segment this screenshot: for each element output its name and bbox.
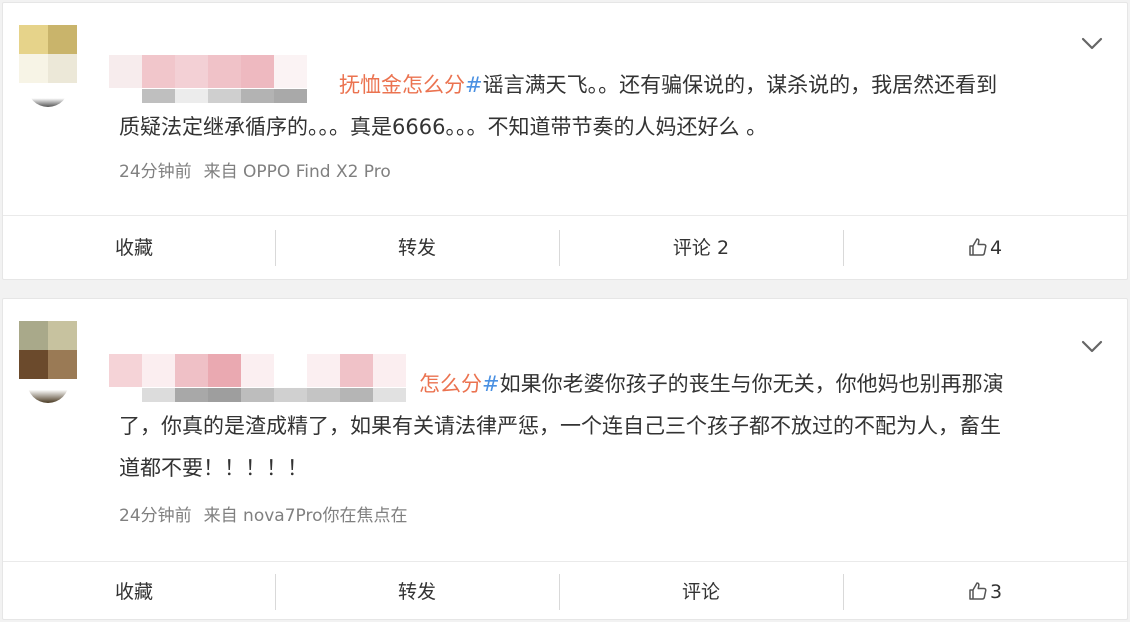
post-text-line: 道都不要！！！！！	[119, 456, 308, 480]
action-bar: 收藏 转发 评论 3	[3, 561, 1127, 621]
post-text-line: 了，你真的是渣成精了，如果有关请法律严惩，一个连自己三个孩子都不放过的不配为人，…	[119, 414, 1001, 438]
weibo-post-card: 抚恤金怎么分#谣言满天飞。。还有骗保说的，谋杀说的，我居然还看到 质疑法定继承循…	[2, 2, 1128, 280]
post-time[interactable]: 24分钟前	[119, 506, 192, 526]
user-avatar[interactable]	[19, 321, 77, 403]
post-source: 来自 nova7Pro你在焦点在	[203, 506, 408, 526]
like-button[interactable]: 3	[843, 573, 1127, 613]
post-time[interactable]: 24分钟前	[119, 162, 192, 182]
post-source: 来自 OPPO Find X2 Pro	[203, 162, 391, 182]
chevron-down-icon[interactable]	[1081, 36, 1103, 50]
user-avatar[interactable]	[19, 25, 77, 107]
topic-hash[interactable]: #	[465, 73, 483, 97]
topic-link[interactable]: 怎么分	[419, 372, 482, 396]
post-text-line: 谣言满天飞。。还有骗保说的，谋杀说的，我居然还看到	[482, 73, 998, 97]
post-text-line: 质疑法定继承循序的。。。真是6666。。。不知道带节奏的人妈还好么 。	[119, 115, 768, 139]
thumbs-up-icon	[968, 233, 988, 269]
repost-button[interactable]: 转发	[275, 229, 559, 266]
chevron-down-icon[interactable]	[1081, 339, 1103, 353]
comment-button[interactable]: 评论	[559, 573, 843, 610]
post-content: 抚恤金怎么分#谣言满天飞。。还有骗保说的，谋杀说的，我居然还看到 质疑法定继承循…	[119, 64, 1091, 148]
post-meta: 24分钟前 来自 OPPO Find X2 Pro	[119, 157, 391, 182]
post-meta: 24分钟前 来自 nova7Pro你在焦点在	[119, 501, 407, 526]
comment-button[interactable]: 评论 2	[559, 229, 843, 266]
favorite-button[interactable]: 收藏	[3, 574, 275, 610]
weibo-post-card: 怎么分#如果你老婆你孩子的丧生与你无关，你他妈也别再那演 了，你真的是渣成精了，…	[2, 298, 1128, 620]
topic-link[interactable]: 抚恤金怎么分	[339, 73, 465, 97]
like-button[interactable]: 4	[843, 229, 1127, 269]
repost-button[interactable]: 转发	[275, 573, 559, 610]
thumbs-up-icon	[968, 577, 988, 613]
favorite-button[interactable]: 收藏	[3, 230, 275, 266]
topic-hash[interactable]: #	[482, 372, 500, 396]
post-content: 怎么分#如果你老婆你孩子的丧生与你无关，你他妈也别再那演 了，你真的是渣成精了，…	[119, 363, 1091, 489]
action-bar: 收藏 转发 评论 2 4	[3, 215, 1127, 279]
like-count: 4	[989, 236, 1003, 259]
post-text-line: 如果你老婆你孩子的丧生与你无关，你他妈也别再那演	[499, 372, 1004, 396]
like-count: 3	[989, 580, 1003, 603]
